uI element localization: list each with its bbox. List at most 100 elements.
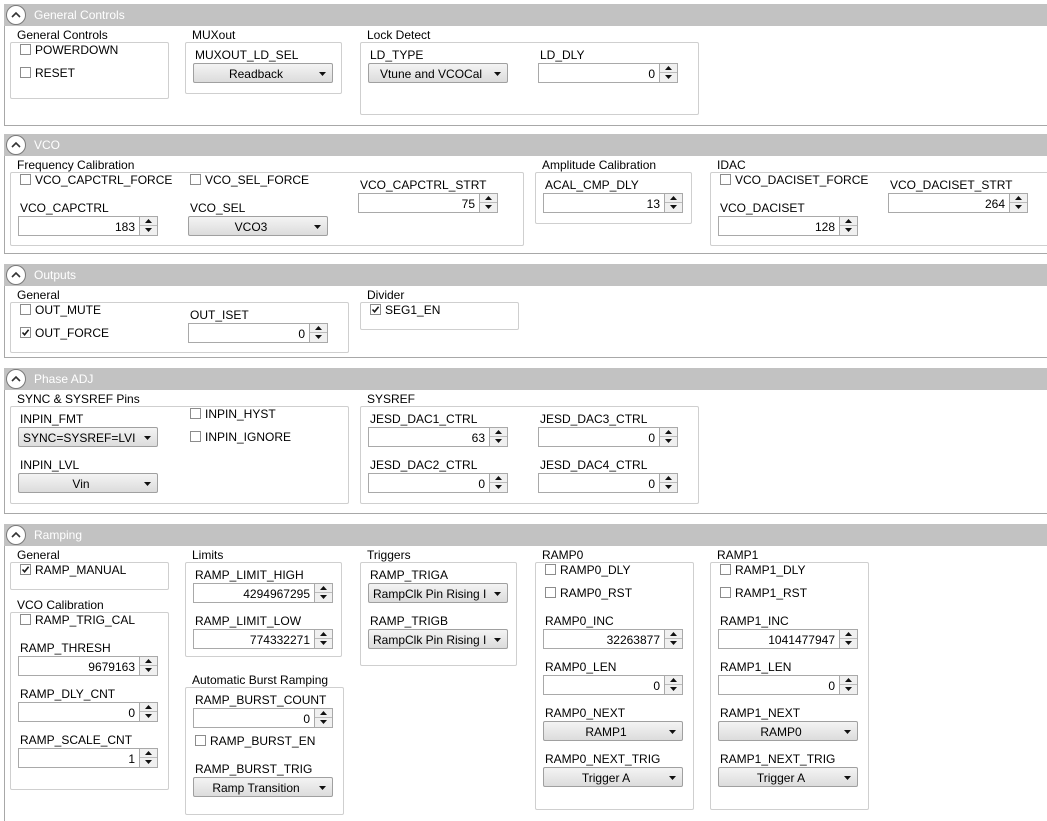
jesd-dac2-ctrl-spinbox[interactable]: 0 xyxy=(368,473,508,493)
vco-capctrl-spinbox[interactable]: 183 xyxy=(18,216,158,236)
increment-button[interactable] xyxy=(665,676,682,685)
increment-button[interactable] xyxy=(480,194,497,203)
inpin-hyst-checkbox[interactable] xyxy=(190,408,201,419)
decrement-button[interactable] xyxy=(840,639,857,648)
vco-daciset-strt-spinbox[interactable]: 264 xyxy=(888,193,1028,213)
general-controls-header[interactable]: General Controls xyxy=(4,4,1047,26)
reset-checkbox[interactable] xyxy=(20,67,31,78)
ramp1-next-trig-dropdown[interactable]: Trigger A xyxy=(718,767,858,787)
out-mute-checkbox[interactable] xyxy=(20,304,31,315)
chevron-up-icon[interactable] xyxy=(6,265,26,285)
ramp-limit-low-spinbox[interactable]: 774332271 xyxy=(193,629,333,649)
increment-button[interactable] xyxy=(660,474,677,483)
muxout-ld-sel-dropdown[interactable]: Readback xyxy=(193,63,333,83)
ramp1-dly-checkbox[interactable] xyxy=(720,564,731,575)
ramp-scale-cnt-spinbox[interactable]: 1 xyxy=(18,748,158,768)
increment-button[interactable] xyxy=(840,630,857,639)
decrement-button[interactable] xyxy=(660,437,677,446)
inpin-lvl-dropdown[interactable]: Vin xyxy=(18,473,158,493)
ramp-burst-trig-dropdown[interactable]: Ramp Transition xyxy=(193,777,333,797)
decrement-button[interactable] xyxy=(315,639,332,648)
decrement-button[interactable] xyxy=(1010,203,1027,212)
jesd-dac4-ctrl-spinbox[interactable]: 0 xyxy=(538,473,678,493)
ramp-trigb-dropdown[interactable]: RampClk Pin Rising I xyxy=(368,629,508,649)
ramp1-len-spinbox[interactable]: 0 xyxy=(718,675,858,695)
increment-button[interactable] xyxy=(140,217,157,226)
decrement-button[interactable] xyxy=(665,203,682,212)
increment-button[interactable] xyxy=(315,584,332,593)
decrement-button[interactable] xyxy=(315,718,332,727)
decrement-button[interactable] xyxy=(140,758,157,767)
increment-button[interactable] xyxy=(315,709,332,718)
increment-button[interactable] xyxy=(840,217,857,226)
increment-button[interactable] xyxy=(1010,194,1027,203)
jesd-dac3-ctrl-spinbox[interactable]: 0 xyxy=(538,427,678,447)
vco-capctrl-force-checkbox[interactable] xyxy=(20,174,31,185)
acal-cmp-dly-spinbox[interactable]: 13 xyxy=(543,193,683,213)
out-iset-spinbox[interactable]: 0 xyxy=(188,323,328,343)
ramp0-dly-checkbox[interactable] xyxy=(545,564,556,575)
ramp0-inc-spinbox[interactable]: 32263877 xyxy=(543,629,683,649)
ramp-triga-dropdown[interactable]: RampClk Pin Rising I xyxy=(368,583,508,603)
decrement-button[interactable] xyxy=(490,483,507,492)
ld-type-dropdown[interactable]: Vtune and VCOCal xyxy=(368,63,508,83)
increment-button[interactable] xyxy=(490,474,507,483)
ramp-burst-en-checkbox[interactable] xyxy=(195,735,206,746)
ramp0-rst-checkbox[interactable] xyxy=(545,587,556,598)
outputs-header[interactable]: Outputs xyxy=(4,264,1047,286)
chevron-up-icon[interactable] xyxy=(6,525,26,545)
decrement-button[interactable] xyxy=(315,593,332,602)
ramp0-len-spinbox[interactable]: 0 xyxy=(543,675,683,695)
inpin-ignore-checkbox[interactable] xyxy=(190,431,201,442)
inpin-fmt-dropdown[interactable]: SYNC=SYSREF=LVI xyxy=(18,427,158,447)
decrement-button[interactable] xyxy=(840,226,857,235)
chevron-up-icon[interactable] xyxy=(6,369,26,389)
ramp1-next-dropdown[interactable]: RAMP0 xyxy=(718,721,858,741)
decrement-button[interactable] xyxy=(140,666,157,675)
increment-button[interactable] xyxy=(665,194,682,203)
ramp1-rst-checkbox[interactable] xyxy=(720,587,731,598)
ramp-thresh-spinbox[interactable]: 9679163 xyxy=(18,656,158,676)
increment-button[interactable] xyxy=(140,703,157,712)
seg1-en-checkbox[interactable] xyxy=(370,304,381,315)
decrement-button[interactable] xyxy=(490,437,507,446)
vco-daciset-spinbox[interactable]: 128 xyxy=(718,216,858,236)
vco-sel-dropdown[interactable]: VCO3 xyxy=(188,216,328,236)
increment-button[interactable] xyxy=(490,428,507,437)
ramp1-inc-spinbox[interactable]: 1041477947 xyxy=(718,629,858,649)
ramp-burst-count-spinbox[interactable]: 0 xyxy=(193,708,333,728)
decrement-button[interactable] xyxy=(660,73,677,82)
increment-button[interactable] xyxy=(840,676,857,685)
increment-button[interactable] xyxy=(660,428,677,437)
vco-sel-force-checkbox[interactable] xyxy=(190,174,201,185)
increment-button[interactable] xyxy=(140,749,157,758)
powerdown-checkbox[interactable] xyxy=(20,44,31,55)
ramping-header[interactable]: Ramping xyxy=(4,524,1047,546)
decrement-button[interactable] xyxy=(840,685,857,694)
ramp-limit-high-spinbox[interactable]: 4294967295 xyxy=(193,583,333,603)
chevron-up-icon[interactable] xyxy=(6,5,26,25)
increment-button[interactable] xyxy=(660,64,677,73)
ramp-trig-cal-checkbox[interactable] xyxy=(20,614,31,625)
phase-adj-header[interactable]: Phase ADJ xyxy=(4,368,1047,390)
jesd-dac1-ctrl-spinbox[interactable]: 63 xyxy=(368,427,508,447)
vco-header[interactable]: VCO xyxy=(4,134,1047,156)
ramp-dly-cnt-spinbox[interactable]: 0 xyxy=(18,702,158,722)
decrement-button[interactable] xyxy=(310,333,327,342)
increment-button[interactable] xyxy=(310,324,327,333)
decrement-button[interactable] xyxy=(660,483,677,492)
ramp0-next-trig-dropdown[interactable]: Trigger A xyxy=(543,767,683,787)
vco-capctrl-strt-spinbox[interactable]: 75 xyxy=(358,193,498,213)
increment-button[interactable] xyxy=(140,657,157,666)
decrement-button[interactable] xyxy=(140,226,157,235)
decrement-button[interactable] xyxy=(480,203,497,212)
out-force-checkbox[interactable] xyxy=(20,327,31,338)
chevron-up-icon[interactable] xyxy=(6,135,26,155)
ld-dly-spinbox[interactable]: 0 xyxy=(538,63,678,83)
decrement-button[interactable] xyxy=(665,685,682,694)
decrement-button[interactable] xyxy=(665,639,682,648)
increment-button[interactable] xyxy=(665,630,682,639)
decrement-button[interactable] xyxy=(140,712,157,721)
vco-daciset-force-checkbox[interactable] xyxy=(720,174,731,185)
ramp0-next-dropdown[interactable]: RAMP1 xyxy=(543,721,683,741)
